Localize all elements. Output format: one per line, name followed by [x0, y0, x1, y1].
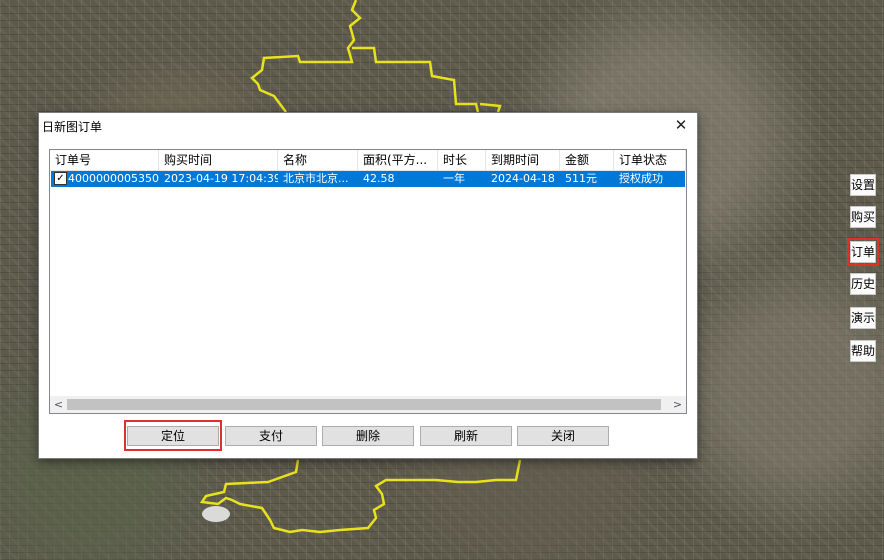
column-header-amount[interactable]: 金额	[560, 150, 614, 170]
pay-button[interactable]: 支付	[225, 426, 317, 446]
cell-duration: 一年	[443, 172, 465, 185]
side-tab-demo[interactable]: 演示	[850, 307, 876, 329]
cell-area: 42.58	[363, 172, 395, 185]
close-button[interactable]: 关闭	[517, 426, 609, 446]
side-tab-orders[interactable]: 订单	[847, 238, 879, 266]
horizontal-scrollbar[interactable]: < >	[50, 396, 686, 413]
dialog-title: 日新图订单	[42, 120, 103, 134]
column-header-name[interactable]: 名称	[278, 150, 358, 170]
cell-expiry: 2024-04-18	[491, 172, 555, 185]
cell-name: 北京市北京...	[283, 172, 349, 185]
side-tab-history[interactable]: 历史	[850, 273, 876, 295]
delete-button[interactable]: 删除	[322, 426, 414, 446]
column-header-area[interactable]: 面积(平方...	[358, 150, 438, 170]
side-tab-settings[interactable]: 设置	[850, 174, 876, 196]
cell-status: 授权成功	[619, 172, 663, 185]
column-header-order-id[interactable]: 订单号	[50, 150, 159, 170]
refresh-button[interactable]: 刷新	[420, 426, 512, 446]
locate-button[interactable]: 定位	[127, 426, 219, 446]
column-header-purchase-time[interactable]: 购买时间	[159, 150, 278, 170]
cell-amount: 511元	[565, 172, 597, 185]
orders-list[interactable]: 订单号 购买时间 名称 面积(平方... 时长 到期时间 金额 订单状态 ✓ 4…	[49, 149, 687, 414]
scroll-thumb[interactable]	[67, 399, 661, 410]
column-header-status[interactable]: 订单状态	[614, 150, 686, 170]
side-tab-purchase[interactable]: 购买	[850, 206, 876, 228]
dialog-titlebar[interactable]: 日新图订单 ✕	[39, 113, 697, 139]
cell-order-id: 40000000053502	[68, 172, 159, 185]
side-tab-help[interactable]: 帮助	[850, 340, 876, 362]
close-icon[interactable]: ✕	[669, 114, 693, 136]
column-header-duration[interactable]: 时长	[438, 150, 486, 170]
scroll-left-icon[interactable]: <	[50, 396, 67, 413]
orders-dialog: 日新图订单 ✕ 订单号 购买时间 名称 面积(平方... 时长 到期时间 金额 …	[38, 112, 698, 459]
column-header-expiry[interactable]: 到期时间	[486, 150, 560, 170]
table-row[interactable]: ✓ 40000000053502 2023-04-19 17:04:39 北京市…	[51, 171, 685, 187]
cell-purchase-time: 2023-04-19 17:04:39	[164, 172, 278, 185]
list-header: 订单号 购买时间 名称 面积(平方... 时长 到期时间 金额 订单状态	[50, 150, 686, 171]
scroll-right-icon[interactable]: >	[669, 396, 686, 413]
